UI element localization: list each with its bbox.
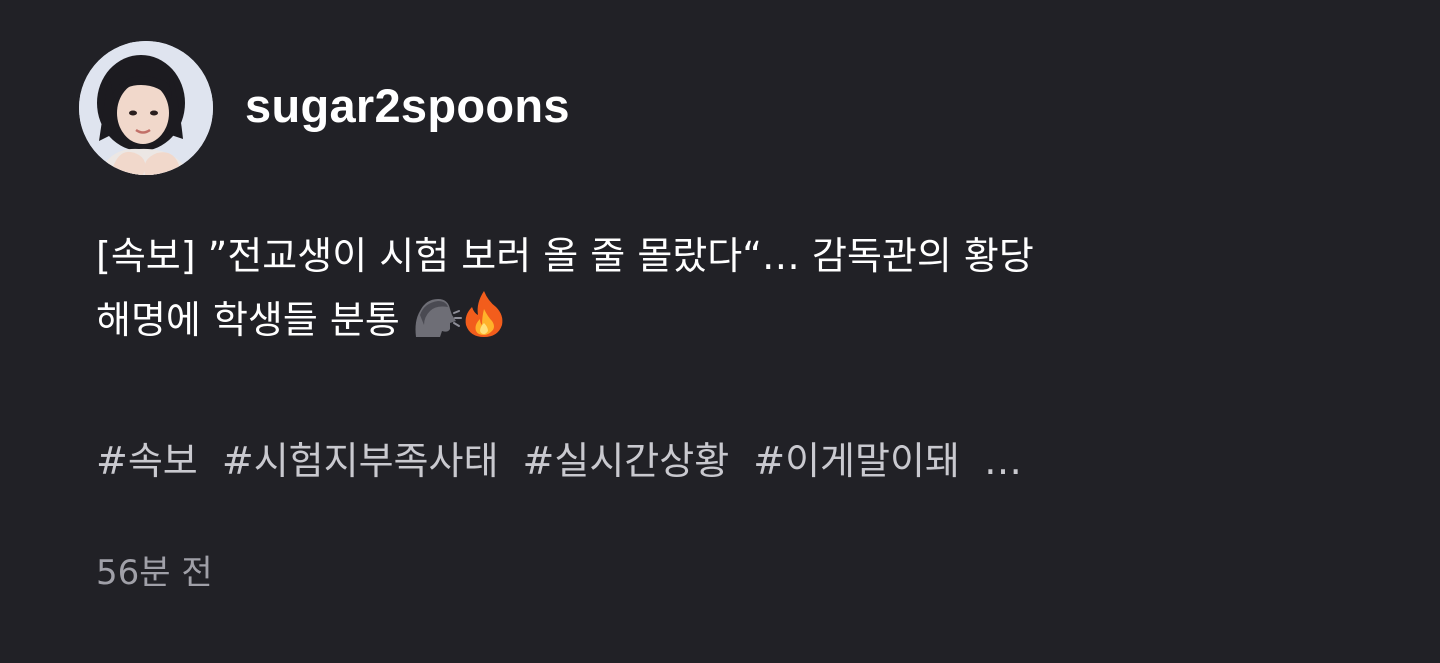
hashtag-link[interactable]: #시험지부족사태	[222, 439, 499, 483]
post-text-line-2-text: 해명에 학생들 분통	[96, 298, 400, 342]
hashtags-more-indicator[interactable]: …	[984, 439, 1022, 483]
post-timestamp: 56분 전	[96, 553, 213, 593]
post-card: sugar2spoons [속보] ”전교생이 시험 보러 올 줄 몰랐다“… …	[0, 0, 1440, 663]
hashtag-link[interactable]: #이게말이돼	[753, 439, 960, 483]
post-text: [속보] ”전교생이 시험 보러 올 줄 몰랐다“… 감독관의 황당 해명에 학…	[96, 224, 1376, 358]
avatar-photo	[79, 41, 213, 175]
post-text-line-1: [속보] ”전교생이 시험 보러 올 줄 몰랐다“… 감독관의 황당	[96, 234, 1034, 278]
avatar[interactable]	[79, 41, 213, 175]
hashtag-link[interactable]: #속보	[96, 439, 198, 483]
speaking-head-icon	[412, 294, 462, 358]
post-header: sugar2spoons	[79, 41, 570, 175]
fire-icon	[462, 289, 506, 358]
author-username[interactable]: sugar2spoons	[245, 78, 570, 133]
hashtag-list: #속보 #시험지부족사태 #실시간상황 #이게말이돼 …	[96, 429, 1022, 493]
post-text-line-2: 해명에 학생들 분통	[96, 288, 1376, 358]
hashtag-link[interactable]: #실시간상황	[523, 439, 730, 483]
